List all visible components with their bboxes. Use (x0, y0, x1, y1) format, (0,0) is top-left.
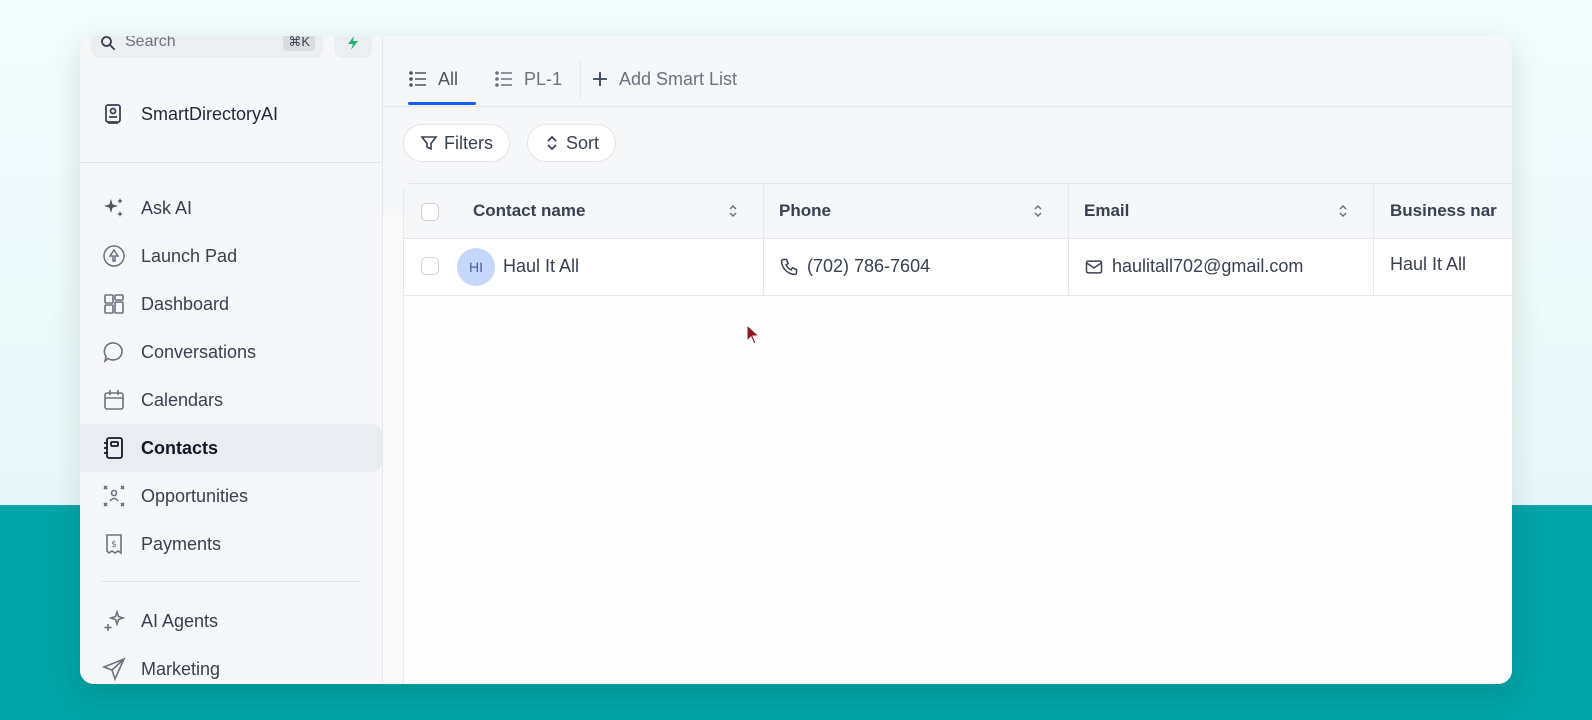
column-header-contact-name[interactable]: Contact name (473, 201, 585, 221)
select-all-checkbox[interactable] (421, 203, 439, 221)
sidebar-item-calendars[interactable]: Calendars (80, 376, 382, 424)
smart-list-tabs: All PL-1 Add Smart List (383, 36, 1512, 107)
search-placeholder: Search (125, 36, 176, 50)
sparkles-icon (102, 196, 126, 220)
sort-button[interactable]: Sort (527, 124, 617, 162)
sort-icon (544, 134, 560, 152)
sidebar: Search ⌘K SmartDirectoryAI Ask AI Launch… (80, 36, 383, 684)
building-icon (105, 104, 121, 124)
ai-agents-icon (102, 609, 126, 633)
filter-icon (420, 134, 438, 152)
account-name: SmartDirectoryAI (141, 103, 279, 124)
tab-all[interactable]: All (408, 66, 458, 92)
phone-value: (702) 786-7604 (807, 256, 931, 276)
phone-cell[interactable]: (702) 786-7604 (779, 256, 930, 277)
payments-icon: $ (102, 532, 126, 556)
business-name-cell: Haul It All (1390, 254, 1467, 274)
quick-action-button[interactable] (334, 36, 372, 58)
active-tab-indicator (408, 102, 476, 105)
list-icon (495, 71, 512, 87)
search-icon (101, 36, 116, 51)
svg-text:$: $ (111, 540, 117, 550)
column-divider (1373, 184, 1374, 295)
shortcut-badge: ⌘K (283, 36, 315, 51)
sidebar-item-label: Marketing (141, 658, 221, 679)
sidebar-item-dashboard[interactable]: Dashboard (80, 280, 382, 328)
sidebar-item-ask-ai[interactable]: Ask AI (80, 184, 382, 232)
tab-pl-1[interactable]: PL-1 (494, 66, 562, 92)
tab-label: PL-1 (524, 68, 563, 89)
column-sort-icon[interactable] (1337, 203, 1349, 219)
sidebar-item-label: Contacts (141, 437, 219, 458)
sidebar-item-marketing[interactable]: Marketing (80, 645, 382, 684)
column-header-email[interactable]: Email (1084, 201, 1129, 221)
sidebar-item-label: Payments (141, 533, 222, 554)
sidebar-item-label: Calendars (141, 389, 224, 410)
tab-label: All (438, 68, 459, 89)
sidebar-item-label: Opportunities (141, 485, 249, 506)
email-cell[interactable]: haulitall702@gmail.com (1084, 256, 1303, 277)
column-divider (1068, 184, 1069, 295)
column-header-phone[interactable]: Phone (779, 201, 831, 221)
filters-button[interactable]: Filters (403, 124, 510, 162)
contact-name-link[interactable]: Haul It All (503, 256, 579, 277)
column-sort-icon[interactable] (727, 203, 739, 219)
sidebar-item-payments[interactable]: $ Payments (80, 520, 382, 568)
sort-label: Sort (566, 132, 600, 153)
add-smart-list-label: Add Smart List (619, 68, 738, 89)
calendar-icon (102, 388, 126, 412)
sidebar-item-label: Dashboard (141, 293, 230, 314)
dashboard-icon (102, 292, 126, 316)
contacts-table: Contact name Phone Email Business nar HI… (403, 183, 1512, 684)
mouse-cursor-icon (746, 324, 761, 345)
add-smart-list-button[interactable]: Add Smart List (591, 66, 737, 92)
divider (102, 581, 360, 582)
filters-label: Filters (444, 132, 493, 153)
column-sort-icon[interactable] (1032, 203, 1044, 219)
sidebar-nav-secondary: AI Agents Marketing (80, 597, 382, 684)
column-header-business-name[interactable]: Business nar (1390, 201, 1497, 221)
sidebar-item-label: Launch Pad (141, 245, 238, 266)
table-row[interactable]: HI Haul It All (702) 786-7604 haulitall7… (404, 239, 1512, 296)
contact-book-icon (102, 436, 126, 460)
sidebar-item-label: Ask AI (141, 197, 193, 218)
chat-bubble-icon (102, 340, 126, 364)
phone-icon (780, 258, 798, 275)
sidebar-item-ai-agents[interactable]: AI Agents (80, 597, 382, 645)
sidebar-item-label: Conversations (141, 341, 257, 362)
main-content: All PL-1 Add Smart List Filters Sort Con… (383, 36, 1512, 684)
sidebar-item-label: AI Agents (141, 610, 219, 631)
plus-icon (593, 72, 607, 86)
list-icon (409, 71, 426, 87)
mail-icon (1085, 259, 1103, 274)
rocket-icon (102, 244, 126, 268)
row-checkbox[interactable] (421, 257, 439, 275)
sidebar-item-contacts[interactable]: Contacts (80, 424, 382, 472)
avatar: HI (457, 248, 495, 286)
sidebar-item-opportunities[interactable]: Opportunities (80, 472, 382, 520)
sidebar-nav: Ask AI Launch Pad Dashboard Conversation… (80, 184, 382, 568)
column-divider (763, 184, 764, 295)
paper-plane-icon (102, 657, 126, 681)
sidebar-item-conversations[interactable]: Conversations (80, 328, 382, 376)
search-input[interactable]: Search ⌘K (91, 36, 323, 58)
tab-separator (580, 60, 581, 98)
table-header: Contact name Phone Email Business nar (404, 184, 1512, 239)
divider (80, 162, 382, 163)
sidebar-item-launch-pad[interactable]: Launch Pad (80, 232, 382, 280)
app-window: Search ⌘K SmartDirectoryAI Ask AI Launch… (80, 36, 1512, 684)
lightning-icon (348, 36, 358, 50)
email-value: haulitall702@gmail.com (1112, 256, 1304, 276)
opportunities-icon (102, 484, 126, 508)
account-switcher[interactable]: SmartDirectoryAI (102, 102, 278, 126)
